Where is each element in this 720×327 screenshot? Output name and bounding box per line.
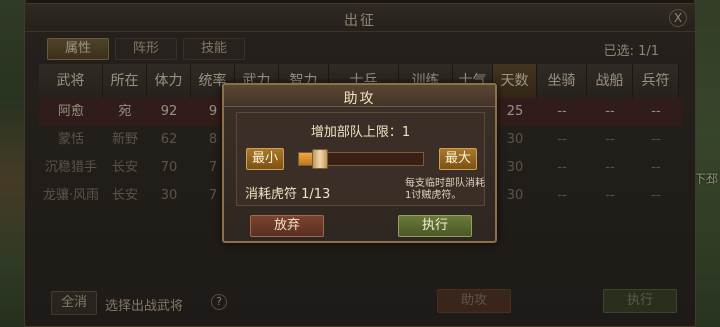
dialog-content: 增加部队上限：1 最小 最大 消耗虎符 1/13 每支临时部队消耗1讨贼虎符。 (236, 112, 485, 206)
troop-limit-text: 增加部队上限：1 (310, 125, 411, 140)
tiger-token-cost: 消耗虎符 1/13 (245, 187, 331, 202)
dialog-execute-button[interactable]: 执行 (398, 215, 472, 237)
assist-dialog: 助攻 增加部队上限：1 最小 最大 消耗虎符 1/13 每支临时部队消耗1讨贼虎… (222, 83, 497, 243)
cost-note: 每支临时部队消耗1讨贼虎符。 (405, 178, 485, 201)
dialog-title: 助攻 (343, 91, 376, 107)
amount-slider[interactable] (298, 149, 424, 169)
slider-handle[interactable] (312, 149, 328, 169)
min-button[interactable]: 最小 (246, 148, 284, 170)
dialog-titlebar: 助攻 (224, 85, 495, 107)
give-up-button[interactable]: 放弃 (250, 215, 324, 237)
max-button[interactable]: 最大 (439, 148, 477, 170)
